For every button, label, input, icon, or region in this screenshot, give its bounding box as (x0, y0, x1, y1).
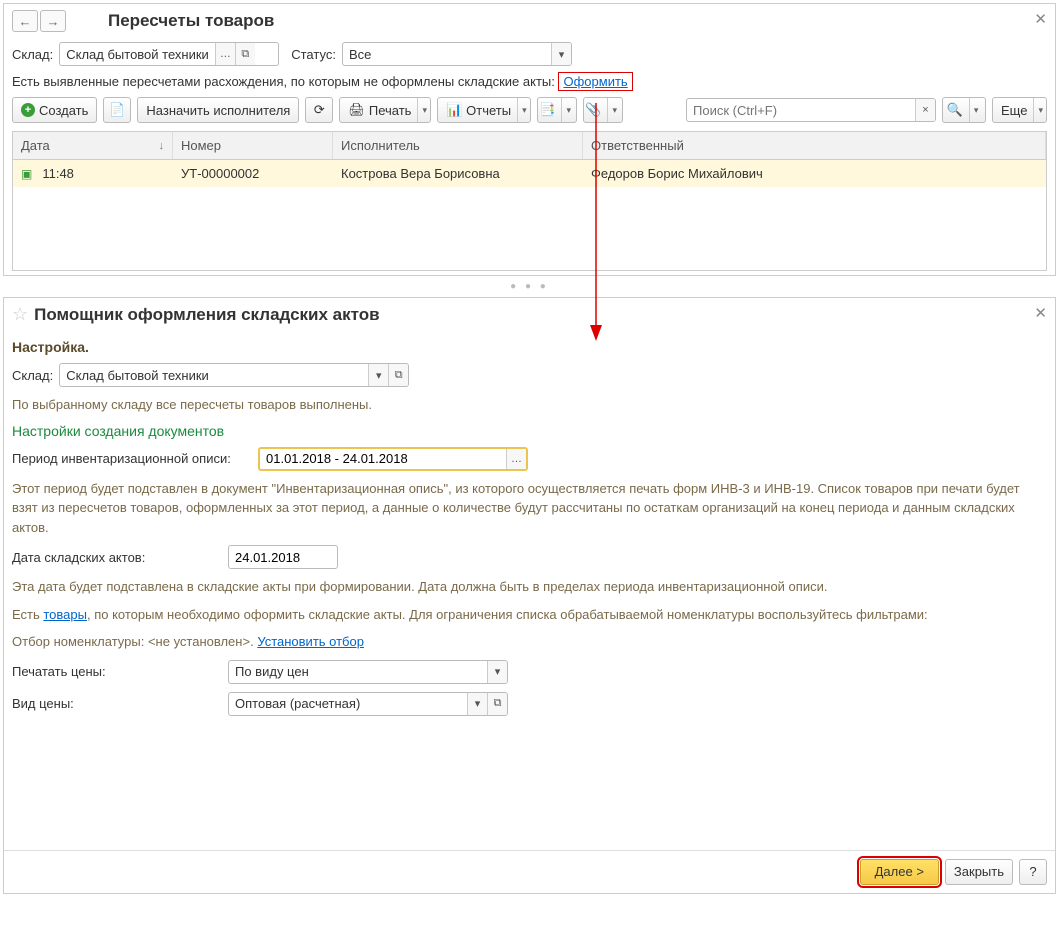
caret-down-icon[interactable]: ▾ (1033, 98, 1043, 122)
warehouse-status: По выбранному складу все пересчеты товар… (4, 391, 1055, 419)
ellipsis-icon[interactable]: … (506, 449, 526, 469)
search-input[interactable] (687, 99, 915, 121)
status-value: Все (343, 43, 551, 65)
recounts-pane: ← → Пересчеты товаров ✕ Склад: Склад быт… (3, 3, 1056, 276)
open-icon[interactable]: ⧉ (235, 43, 255, 65)
setup-heading: Настройка. (4, 331, 1055, 359)
edi-button[interactable]: 📑▾ (537, 97, 577, 123)
period-row: Период инвентаризационной описи: … (4, 443, 1055, 475)
table-body: ▣ 11:48 УТ-00000002 Кострова Вера Борисов… (13, 160, 1046, 270)
next-button[interactable]: Далее > (860, 859, 939, 885)
search-button[interactable]: 🔍▾ (942, 97, 986, 123)
warehouse-value: Склад бытовой техники (60, 43, 215, 65)
titlebar: ← → Пересчеты товаров ✕ (4, 4, 1055, 38)
page-title: Пересчеты товаров (108, 11, 274, 31)
document-icon: ▣ (21, 167, 32, 181)
cell-time: 11:48 (42, 166, 74, 181)
warehouse-label: Склад: (12, 47, 53, 62)
col-date[interactable]: Дата ↓ (13, 132, 173, 159)
period-value[interactable] (260, 449, 506, 469)
clear-icon[interactable]: × (915, 99, 935, 121)
cell-responsible: Федоров Борис Михайлович (583, 160, 1046, 187)
copy-button[interactable]: 📄 (103, 97, 131, 123)
warehouse-row: Склад: Склад бытовой техники ▾ ⧉ (4, 359, 1055, 391)
print-prices-select[interactable]: По виду цен ▾ (228, 660, 508, 684)
info-text: Есть выявленные пересчетами расхождения,… (12, 74, 555, 89)
ellipsis-icon[interactable]: … (215, 43, 235, 65)
period-label: Период инвентаризационной описи: (12, 451, 252, 466)
acts-date-row: Дата складских актов: 📅 (4, 541, 1055, 573)
dropdown-icon[interactable]: ▾ (551, 43, 571, 65)
splitter[interactable]: ● ● ● (0, 279, 1059, 294)
acts-date-label: Дата складских актов: (12, 550, 222, 565)
table-header: Дата ↓ Номер Исполнитель Ответственный (13, 132, 1046, 160)
price-type-row: Вид цены: Оптовая (расчетная) ▾ ⧉ (4, 688, 1055, 720)
warehouse-select[interactable]: Склад бытовой техники ▾ ⧉ (59, 363, 409, 387)
close-button[interactable]: Закрыть (945, 859, 1013, 885)
close-icon[interactable]: ✕ (1034, 10, 1047, 28)
open-icon[interactable]: ⧉ (388, 364, 408, 386)
caret-down-icon[interactable]: ▾ (417, 98, 427, 122)
dropdown-icon[interactable]: ▾ (467, 693, 487, 715)
wizard-pane: ☆ Помощник оформления складских актов ✕ … (3, 297, 1056, 894)
open-icon[interactable]: ⧉ (487, 693, 507, 715)
status-label: Статус: (291, 47, 336, 62)
table-row[interactable]: ▣ 11:48 УТ-00000002 Кострова Вера Борисов… (13, 160, 1046, 187)
wizard-titlebar: ☆ Помощник оформления складских актов ✕ (4, 298, 1055, 331)
warehouse-label: Склад: (12, 368, 53, 383)
filter-row: Отбор номенклатуры: <не установлен>. Уст… (4, 628, 1055, 656)
doc-settings-heading: Настройки создания документов (4, 419, 1055, 443)
more-button[interactable]: Еще ▾ (992, 97, 1047, 123)
forward-button[interactable]: → (40, 10, 66, 32)
warehouse-value: Склад бытовой техники (60, 364, 368, 386)
cell-number: УТ-00000002 (173, 160, 333, 187)
refresh-button[interactable]: ⟳ (305, 97, 333, 123)
bottom-bar: Далее > Закрыть ? (4, 850, 1055, 893)
back-button[interactable]: ← (12, 10, 38, 32)
recounts-table: Дата ↓ Номер Исполнитель Ответственный ▣… (12, 131, 1047, 271)
report-icon: 📊 (446, 102, 462, 118)
filter-label: Отбор номенклатуры: <не установлен>. (12, 634, 254, 649)
set-filter-link[interactable]: Установить отбор (257, 634, 364, 649)
price-type-label: Вид цены: (12, 696, 222, 711)
wizard-title: Помощник оформления складских актов (34, 305, 379, 325)
sort-icon: ↓ (159, 140, 165, 152)
acts-date-input[interactable]: 📅 (228, 545, 338, 569)
info-row: Есть выявленные пересчетами расхождения,… (4, 70, 1055, 93)
dropdown-icon[interactable]: ▾ (487, 661, 507, 683)
dropdown-icon[interactable]: ▾ (368, 364, 388, 386)
format-link[interactable]: Оформить (558, 72, 632, 91)
print-prices-label: Печатать цены: (12, 664, 222, 679)
price-type-select[interactable]: Оптовая (расчетная) ▾ ⧉ (228, 692, 508, 716)
print-button[interactable]: 🖨 Печать ▾ (339, 97, 431, 123)
price-type-value: Оптовая (расчетная) (229, 693, 467, 715)
close-icon[interactable]: ✕ (1034, 304, 1047, 322)
col-number[interactable]: Номер (173, 132, 333, 159)
create-button[interactable]: + Создать (12, 97, 97, 123)
warehouse-select[interactable]: Склад бытовой техники … ⧉ (59, 42, 279, 66)
reports-button[interactable]: 📊 Отчеты ▾ (437, 97, 531, 123)
printer-icon: 🖨 (348, 102, 365, 118)
assign-button[interactable]: Назначить исполнителя (137, 97, 299, 123)
col-executor[interactable]: Исполнитель (333, 132, 583, 159)
col-responsible[interactable]: Ответственный (583, 132, 1046, 159)
cell-executor: Кострова Вера Борисовна (333, 160, 583, 187)
print-prices-value: По виду цен (229, 661, 487, 683)
goods-link[interactable]: товары (43, 607, 87, 622)
help-button[interactable]: ? (1019, 859, 1047, 885)
caret-down-icon[interactable]: ▾ (517, 98, 527, 122)
print-prices-row: Печатать цены: По виду цен ▾ (4, 656, 1055, 688)
status-select[interactable]: Все ▾ (342, 42, 572, 66)
search-input-group[interactable]: × (686, 98, 936, 122)
favorite-icon[interactable]: ☆ (12, 304, 28, 325)
attach-button[interactable]: 📎▾ (583, 97, 623, 123)
goods-row: Есть товары, по которым необходимо оформ… (4, 601, 1055, 629)
acts-date-value[interactable] (229, 546, 338, 568)
toolbar: + Создать 📄 Назначить исполнителя ⟳ 🖨 Пе… (4, 93, 1055, 127)
plus-icon: + (21, 103, 35, 117)
period-hint: Этот период будет подставлен в документ … (4, 475, 1055, 542)
period-input[interactable]: … (258, 447, 528, 471)
acts-date-hint: Эта дата будет подставлена в складские а… (4, 573, 1055, 601)
filter-row: Склад: Склад бытовой техники … ⧉ Статус:… (4, 38, 1055, 70)
